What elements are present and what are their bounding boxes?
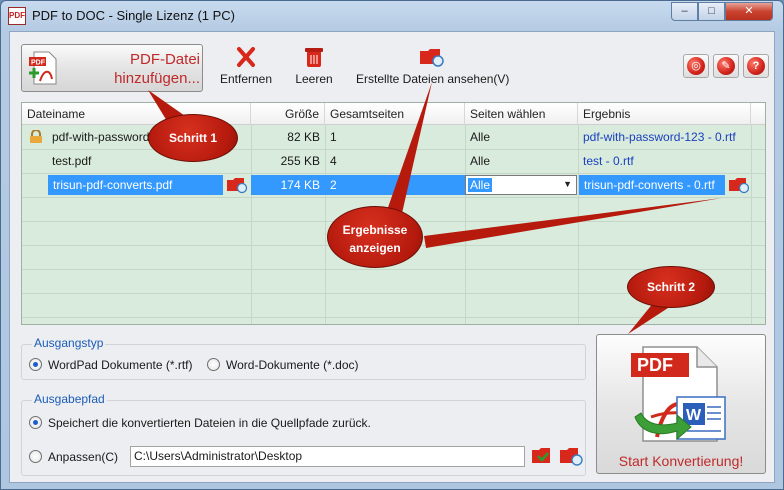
table-row[interactable]: test.pdf 255 KB 4 Alle test - 0.rtf: [22, 149, 765, 173]
lock-icon: [30, 130, 42, 143]
folder-search-icon: [227, 178, 248, 194]
table-row[interactable]: pdf-with-password.pdf 82 KB 1 Alle pdf-w…: [22, 125, 765, 149]
pdf-badge-text: PDF: [637, 355, 673, 375]
callout-results: Ergebnisse anzeigen: [327, 206, 423, 268]
close-button[interactable]: ✕: [725, 2, 773, 21]
add-pdf-label: PDF-Datei hinzufügen...: [84, 50, 200, 88]
red-x-icon: [237, 47, 255, 67]
help-icon: ?: [747, 57, 765, 75]
add-pdf-label-line1: PDF-Datei: [129, 51, 200, 68]
callout-results-line1: Ergebnisse: [342, 223, 408, 237]
web-icon: ◎: [687, 57, 705, 75]
folder-search-icon[interactable]: [728, 176, 750, 194]
output-path-input[interactable]: C:\Users\Administrator\Desktop: [130, 446, 525, 467]
cell-pages: 2: [325, 175, 465, 195]
radio-doc[interactable]: [207, 358, 220, 371]
table-row-selected[interactable]: trisun-pdf-converts.pdf 174 KB 2 Alle ▼ …: [22, 173, 765, 197]
remove-button[interactable]: Entfernen: [219, 46, 273, 86]
radio-rtf-label[interactable]: WordPad Dokumente (*.rtf): [48, 358, 193, 372]
view-results-label: Erstellte Dateien ansehen(V): [356, 72, 510, 86]
add-pdf-button[interactable]: PDF PDF-Datei hinzufügen...: [21, 44, 203, 92]
clear-button[interactable]: Leeren: [292, 46, 336, 86]
callout-results-line2: anzeigen: [349, 241, 401, 255]
pdf-add-icon: PDF: [29, 51, 57, 85]
grid-rule: [22, 197, 765, 198]
cell-result-link[interactable]: trisun-pdf-converts - 0.rtf: [579, 175, 725, 195]
maximize-button[interactable]: □: [698, 2, 725, 21]
browse-folder-icon[interactable]: [531, 446, 553, 466]
col-result[interactable]: Ergebnis: [578, 103, 751, 125]
app-icon: PDF: [8, 7, 26, 25]
word-badge-text: W: [686, 407, 702, 424]
window-title: PDF to DOC - Single Lizenz (1 PC): [32, 8, 236, 23]
title-bar[interactable]: PDF PDF to DOC - Single Lizenz (1 PC) – …: [1, 1, 783, 31]
settings-icon: ✎: [717, 57, 735, 75]
folder-search-icon: [420, 49, 444, 67]
col-select-pages[interactable]: Seiten wählen: [465, 103, 578, 125]
start-conversion-label: Start Konvertierung!: [618, 453, 744, 469]
select-pages-dropdown[interactable]: Alle ▼: [465, 175, 577, 195]
cell-pages: 4: [330, 154, 337, 168]
radio-custom-path[interactable]: [29, 450, 42, 463]
trash-icon: [305, 48, 323, 67]
minimize-button[interactable]: –: [671, 2, 698, 21]
svg-text:PDF: PDF: [31, 60, 46, 67]
settings-button[interactable]: ✎: [713, 54, 739, 78]
select-pages-value: Alle: [468, 178, 493, 192]
help-button[interactable]: ?: [743, 54, 769, 78]
radio-custom-path-label[interactable]: Anpassen(C): [48, 450, 118, 464]
cell-size: 82 KB: [287, 130, 320, 144]
cell-size: 255 KB: [280, 154, 320, 168]
callout-step2: Schritt 2: [627, 266, 715, 308]
output-type-title: Ausgangstyp: [32, 336, 106, 350]
add-pdf-label-line2: hinzufügen...: [114, 70, 200, 87]
cell-select-pages[interactable]: Alle: [465, 149, 578, 173]
radio-source-path-label[interactable]: Speichert die konvertierten Dateien in d…: [48, 416, 371, 430]
cell-filename: trisun-pdf-converts.pdf: [48, 175, 223, 195]
toolbar: PDF PDF-Datei hinzufügen... Entfernen Le…: [10, 32, 774, 98]
word-badge: W: [686, 407, 702, 424]
callout-step1: Schritt 1: [148, 114, 238, 162]
web-button[interactable]: ◎: [683, 54, 709, 78]
clear-label: Leeren: [295, 72, 333, 86]
cell-pages: 1: [330, 130, 337, 144]
chevron-down-icon[interactable]: ▼: [563, 179, 572, 189]
output-path-title: Ausgabepfad: [32, 392, 107, 406]
cell-select-pages[interactable]: Alle: [465, 125, 578, 149]
cell-size: 174 KB: [251, 175, 325, 195]
col-total-pages[interactable]: Gesamtseiten: [325, 103, 465, 125]
start-conversion-button[interactable]: PDF W Start Konvertierung!: [596, 334, 766, 474]
grid-header: Dateiname Größe Gesamtseiten Seiten wähl…: [22, 103, 765, 125]
grid-rule: [22, 317, 765, 318]
cell-result-link[interactable]: test - 0.rtf: [578, 149, 751, 173]
radio-rtf[interactable]: [29, 358, 42, 371]
pdf-badge: PDF: [637, 355, 673, 375]
cell-result-link[interactable]: pdf-with-password-123 - 0.rtf: [578, 125, 751, 149]
col-size[interactable]: Größe: [251, 103, 325, 125]
view-results-button[interactable]: Erstellte Dateien ansehen(V): [356, 46, 510, 86]
radio-doc-label[interactable]: Word-Dokumente (*.doc): [226, 358, 359, 372]
remove-label: Entfernen: [219, 72, 273, 86]
open-folder-icon[interactable]: [559, 446, 583, 466]
radio-source-path[interactable]: [29, 416, 42, 429]
